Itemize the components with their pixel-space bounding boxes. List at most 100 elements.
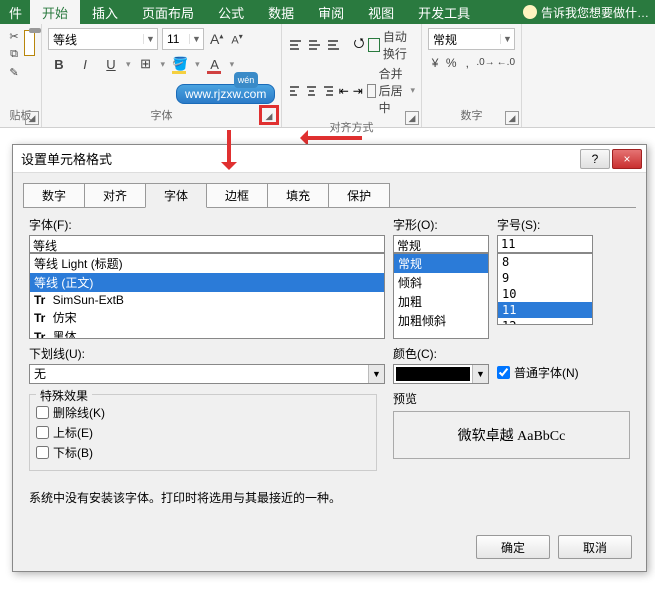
- dlg-tab-font[interactable]: 字体: [145, 183, 207, 208]
- list-item[interactable]: 11: [498, 302, 592, 318]
- increase-decimal-icon[interactable]: .0→: [476, 53, 494, 73]
- align-top-icon[interactable]: [288, 36, 303, 54]
- shrink-font-icon[interactable]: A▾: [229, 32, 244, 47]
- cancel-button[interactable]: 取消: [558, 535, 632, 559]
- list-item[interactable]: 等线 Light (标题): [30, 254, 384, 273]
- format-painter-icon[interactable]: ✎: [6, 64, 22, 80]
- list-item[interactable]: 加粗: [394, 292, 488, 311]
- list-item[interactable]: 12: [498, 318, 592, 325]
- font-group-label: 字体: [48, 107, 275, 125]
- alignment-launcher[interactable]: ◢: [405, 111, 419, 125]
- style-input[interactable]: 常规: [393, 235, 489, 253]
- strikethrough-checkbox[interactable]: [36, 406, 49, 419]
- list-item[interactable]: Tr 黑体: [30, 327, 384, 339]
- color-combo[interactable]: ▼: [393, 364, 489, 384]
- tab-data[interactable]: 数据: [256, 0, 306, 26]
- list-item[interactable]: 加粗倾斜: [394, 311, 488, 330]
- align-bottom-icon[interactable]: [326, 36, 341, 54]
- number-group: 常规 ▼ ¥ % , .0→ ←.0 数字 ◢: [422, 24, 522, 127]
- normal-font-checkbox[interactable]: [497, 366, 510, 379]
- font-dialog-launcher[interactable]: ◢: [259, 105, 279, 125]
- dlg-tab-border[interactable]: 边框: [206, 183, 268, 207]
- decrease-decimal-icon[interactable]: ←.0: [497, 53, 515, 73]
- accounting-format-icon[interactable]: ¥: [428, 53, 442, 73]
- tab-review[interactable]: 审阅: [306, 0, 356, 26]
- dlg-tab-protection[interactable]: 保护: [328, 183, 390, 207]
- font-name-combo[interactable]: 等线 ▼: [48, 28, 158, 50]
- dialog-buttons: 确定 取消: [476, 535, 632, 559]
- decrease-indent-icon[interactable]: ⇤: [339, 84, 349, 98]
- size-input[interactable]: 11: [497, 235, 593, 253]
- font-input[interactable]: 等线: [29, 235, 385, 253]
- tab-developer[interactable]: 开发工具: [406, 0, 482, 26]
- style-column: 字形(O): 常规 常规 倾斜 加粗 加粗倾斜: [393, 216, 489, 339]
- dlg-tab-fill[interactable]: 填充: [267, 183, 329, 207]
- align-right-icon[interactable]: [322, 82, 335, 100]
- font-color-button[interactable]: A: [204, 53, 226, 75]
- font-note: 系统中没有安装该字体。打印时将选用与其最接近的一种。: [29, 489, 630, 506]
- cut-icon[interactable]: ✂: [6, 28, 22, 44]
- subscript-checkbox[interactable]: [36, 446, 49, 459]
- underline-combo[interactable]: 无 ▼: [29, 364, 385, 384]
- increase-indent-icon[interactable]: ⇥: [353, 84, 363, 98]
- size-listbox[interactable]: 8 9 10 11 12 14: [497, 253, 593, 325]
- italic-button[interactable]: I: [74, 53, 96, 75]
- close-button[interactable]: ×: [612, 149, 642, 169]
- clipboard-group: ✂ ⧉ ✎ 贴板 ◢: [0, 24, 42, 127]
- number-launcher[interactable]: ◢: [505, 111, 519, 125]
- wen-badge: wén: [234, 72, 258, 88]
- tab-page-layout[interactable]: 页面布局: [130, 0, 206, 26]
- effects-group: 特殊效果 删除线(K) 上标(E) 下标(B): [29, 394, 377, 471]
- number-format-combo[interactable]: 常规 ▼: [428, 28, 515, 50]
- ok-button[interactable]: 确定: [476, 535, 550, 559]
- dialog-title: 设置单元格格式: [21, 149, 112, 168]
- list-item[interactable]: 等线 (正文): [30, 273, 384, 292]
- superscript-checkbox[interactable]: [36, 426, 49, 439]
- underline-value: 无: [30, 365, 368, 383]
- copy-icon[interactable]: ⧉: [6, 46, 22, 62]
- comma-format-icon[interactable]: ,: [460, 53, 474, 73]
- normal-font-column: 普通字体(N): [497, 345, 617, 384]
- grow-font-icon[interactable]: A▴: [208, 31, 225, 47]
- help-button[interactable]: ?: [580, 149, 610, 169]
- dialog-body: 字体(F): 等线 等线 Light (标题) 等线 (正文) Tr SimSu…: [13, 208, 646, 514]
- fill-color-button[interactable]: 🪣: [169, 53, 191, 75]
- superscript-label: 上标(E): [53, 424, 93, 441]
- tab-home[interactable]: 开始: [30, 0, 80, 26]
- list-item[interactable]: 倾斜: [394, 273, 488, 292]
- dlg-tab-alignment[interactable]: 对齐: [84, 183, 146, 207]
- font-listbox[interactable]: 等线 Light (标题) 等线 (正文) Tr SimSun-ExtB Tr …: [29, 253, 385, 339]
- subscript-label: 下标(B): [53, 444, 93, 461]
- tab-view[interactable]: 视图: [356, 0, 406, 26]
- border-button[interactable]: ⊞: [135, 53, 157, 75]
- percent-format-icon[interactable]: %: [444, 53, 458, 73]
- list-item[interactable]: 8: [498, 254, 592, 270]
- orientation-icon[interactable]: ⭯: [354, 34, 365, 56]
- file-tab-stub[interactable]: 件: [5, 0, 30, 26]
- style-listbox[interactable]: 常规 倾斜 加粗 加粗倾斜: [393, 253, 489, 339]
- align-middle-icon[interactable]: [307, 36, 322, 54]
- font-column: 字体(F): 等线 等线 Light (标题) 等线 (正文) Tr SimSu…: [29, 216, 385, 339]
- dialog-tab-strip: 数字 对齐 字体 边框 填充 保护: [13, 173, 646, 207]
- list-item[interactable]: Tr SimSun-ExtB: [30, 292, 384, 308]
- list-item[interactable]: Tr 仿宋: [30, 308, 384, 327]
- tab-insert[interactable]: 插入: [80, 0, 130, 26]
- list-item[interactable]: 10: [498, 286, 592, 302]
- list-item[interactable]: 常规: [394, 254, 488, 273]
- font-size-combo[interactable]: 11 ▼: [162, 28, 204, 50]
- paste-icon[interactable]: [24, 30, 35, 56]
- underline-button[interactable]: U: [100, 53, 122, 75]
- wrap-text-label[interactable]: 自动换行: [383, 28, 415, 62]
- align-left-icon[interactable]: [288, 82, 301, 100]
- tell-me[interactable]: 告诉我您想要做什…: [523, 4, 655, 21]
- dlg-tab-number[interactable]: 数字: [23, 183, 85, 207]
- align-center-icon[interactable]: [305, 82, 318, 100]
- list-item[interactable]: 9: [498, 270, 592, 286]
- bold-button[interactable]: B: [48, 53, 70, 75]
- tab-formulas[interactable]: 公式: [206, 0, 256, 26]
- merge-center-label[interactable]: 合并后居中: [379, 65, 408, 116]
- clipboard-launcher[interactable]: ◢: [25, 111, 39, 125]
- chevron-down-icon: ▼: [368, 365, 384, 383]
- underline-column: 下划线(U): 无 ▼: [29, 345, 385, 384]
- bulb-icon: [523, 5, 537, 19]
